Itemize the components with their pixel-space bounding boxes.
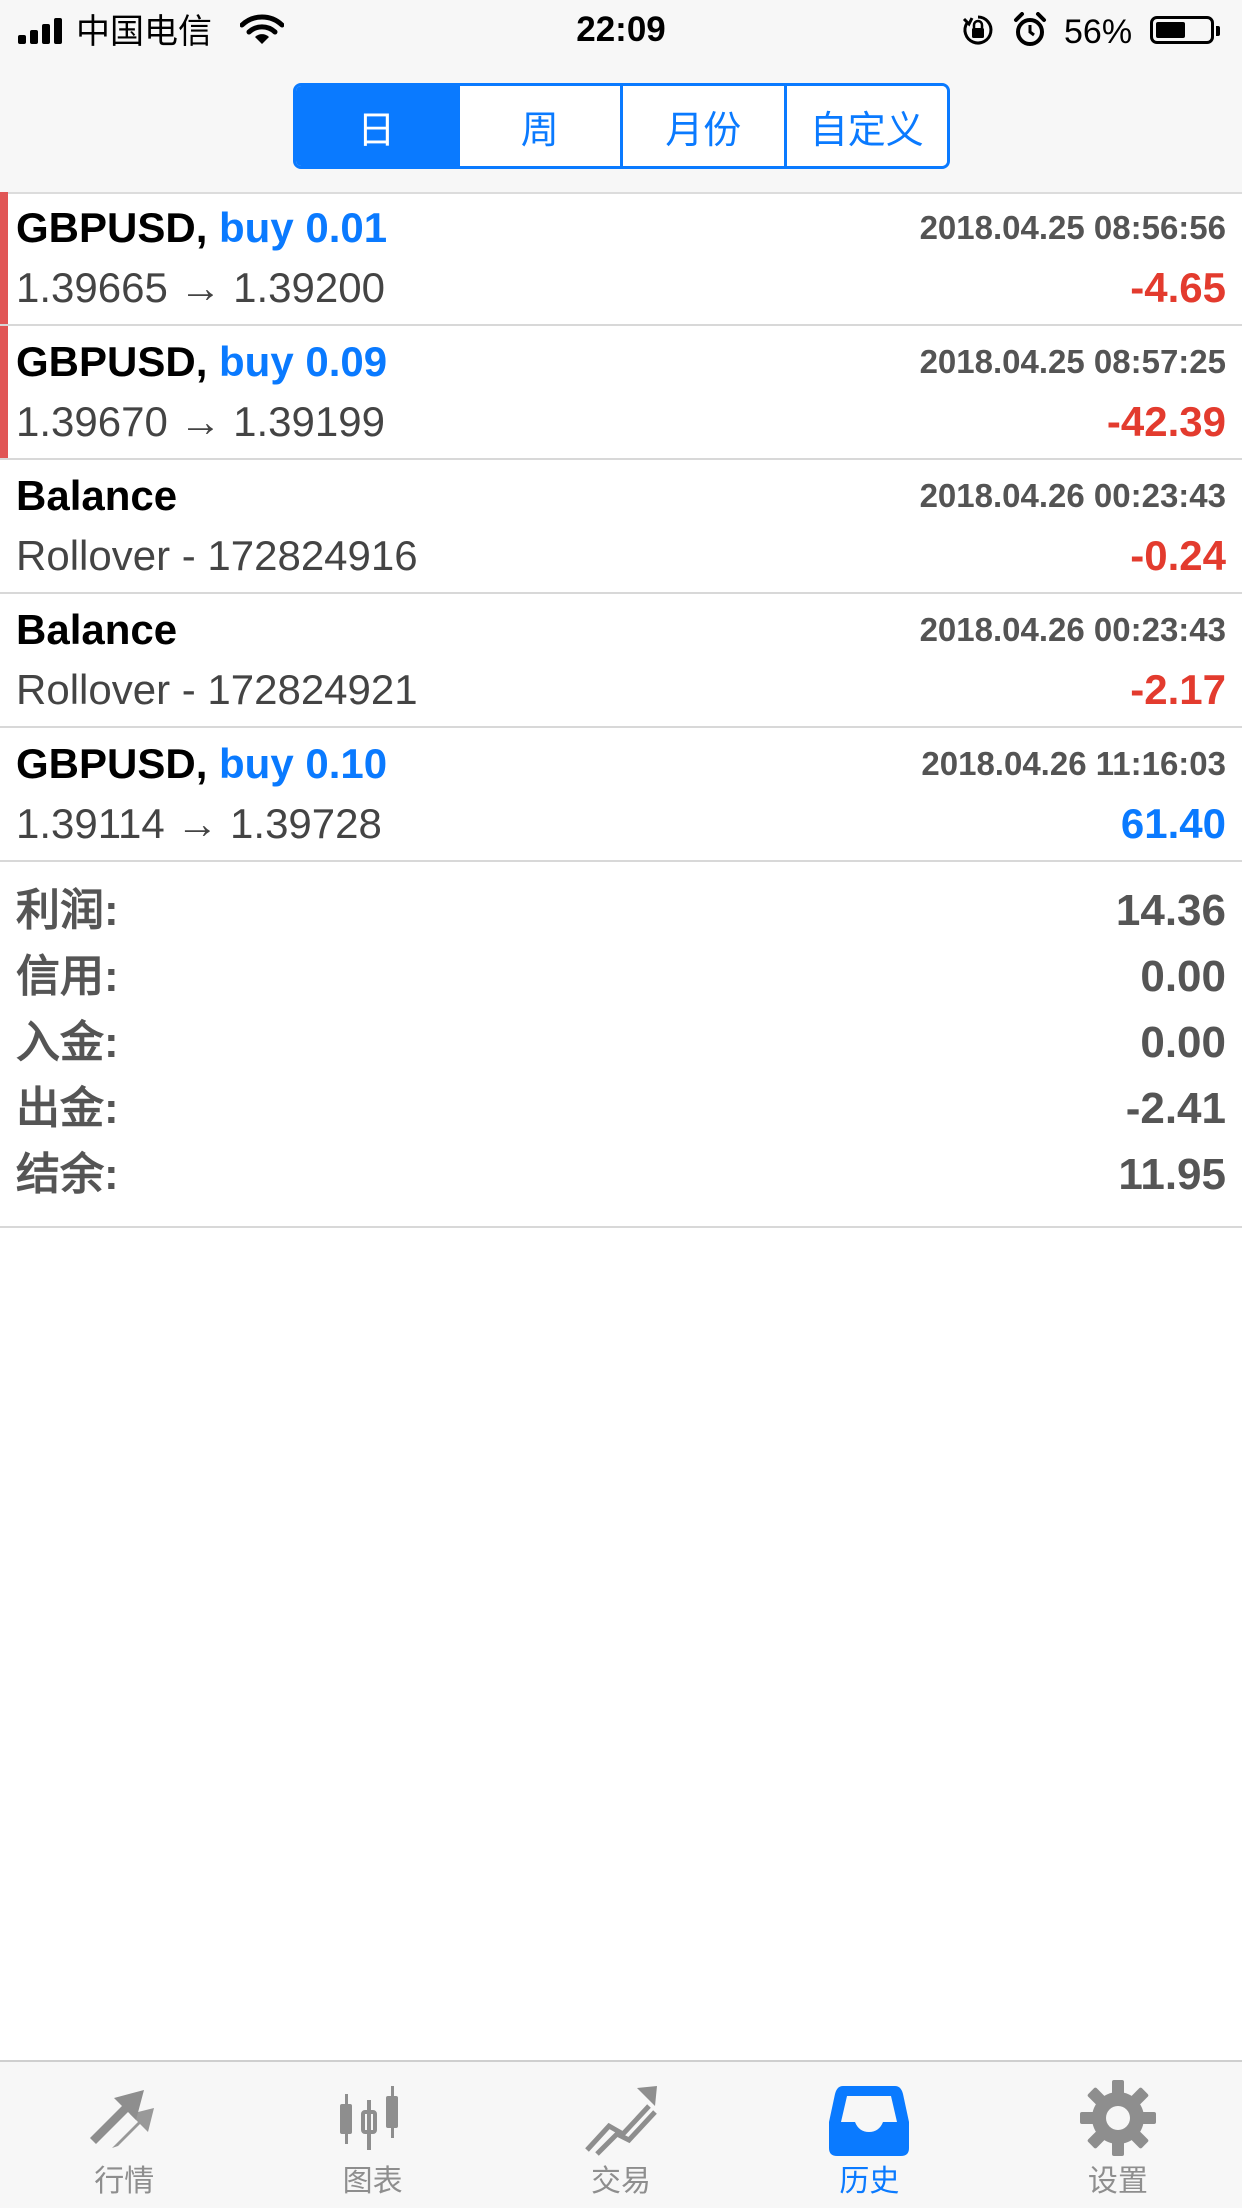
battery-icon — [1150, 16, 1220, 44]
deal-action: buy 0.09 — [219, 338, 388, 385]
deal-row[interactable]: Balance 2018.04.26 00:23:43 Rollover - 17… — [0, 460, 1242, 594]
tab-history-inbox[interactable]: 历史 — [745, 2062, 993, 2208]
tab-quotes-arrows[interactable]: 行情 — [0, 2062, 248, 2208]
deal-title: GBPUSD, buy 0.09 — [16, 336, 387, 388]
deal-detail: 1.39670 → 1.39199 — [16, 398, 385, 445]
deal-time: 2018.04.26 00:23:43 — [919, 477, 1226, 514]
deal-symbol: GBPUSD, — [16, 338, 208, 385]
quotes-arrows-icon — [82, 2076, 166, 2160]
period-tab[interactable]: 周 — [459, 86, 623, 166]
deal-detail: 1.39665 → 1.39200 — [16, 264, 385, 311]
deal-row[interactable]: GBPUSD, buy 0.01 2018.04.25 08:56:56 1.396… — [0, 192, 1242, 326]
summary-row-profit: 利润: 14.36 — [0, 878, 1242, 944]
tab-label: 历史 — [839, 2165, 900, 2198]
deal-profit: 61.40 — [1120, 800, 1226, 847]
period-tab[interactable]: 月份 — [623, 86, 787, 166]
summary-label: 结余: — [16, 1150, 119, 1199]
summary-row-credit: 信用: 0.00 — [0, 944, 1242, 1010]
summary-label: 利润: — [16, 886, 119, 935]
battery-percent: 56% — [1064, 13, 1133, 51]
deal-symbol: GBPUSD, — [16, 204, 208, 251]
summary-label: 出金: — [16, 1084, 119, 1133]
deal-profit: -4.65 — [1130, 264, 1226, 311]
deal-profit: -0.24 — [1130, 532, 1226, 579]
deal-title: Balance — [16, 470, 177, 522]
deal-detail: 1.39114 → 1.39728 — [16, 800, 382, 847]
tab-candlestick-chart[interactable]: 图表 — [248, 2062, 496, 2208]
deal-row[interactable]: Balance 2018.04.26 00:23:43 Rollover - 17… — [0, 594, 1242, 728]
trade-chart-icon — [579, 2076, 663, 2160]
deal-detail: Rollover - 172824916 — [16, 532, 418, 579]
tab-label: 交易 — [591, 2165, 652, 2198]
tab-label: 行情 — [94, 2165, 155, 2198]
deal-time: 2018.04.26 00:23:43 — [919, 611, 1226, 648]
deal-history-list: GBPUSD, buy 0.01 2018.04.25 08:56:56 1.396… — [0, 192, 1242, 862]
deal-symbol: Balance — [16, 472, 178, 519]
deal-row[interactable]: GBPUSD, buy 0.10 2018.04.26 11:16:03 1.391… — [0, 728, 1242, 862]
summary-label: 信用: — [16, 952, 119, 1001]
deal-title: Balance — [16, 604, 177, 656]
period-tab[interactable]: 自定义 — [786, 86, 947, 166]
status-bar: 中国电信 22:09 56% — [0, 0, 1242, 60]
tab-label: 图表 — [342, 2165, 403, 2198]
deal-profit: -2.17 — [1130, 666, 1226, 713]
tab-settings-gear[interactable]: 设置 — [994, 2062, 1242, 2208]
summary-value: 14.36 — [1115, 886, 1226, 935]
summary-row-balance: 结余: 11.95 — [0, 1142, 1242, 1208]
summary-row-withdrawal: 出金: -2.41 — [0, 1076, 1242, 1142]
deal-time: 2018.04.25 08:56:56 — [919, 209, 1226, 246]
settings-gear-icon — [1076, 2076, 1160, 2160]
summary-value: 0.00 — [1140, 1018, 1226, 1067]
orientation-lock-icon — [962, 15, 993, 45]
deal-action: buy 0.01 — [219, 204, 388, 251]
summary-value: 11.95 — [1118, 1150, 1226, 1199]
bottom-tab-bar: 行情 图表 交易 历史 设置 — [0, 2060, 1242, 2208]
deal-symbol: GBPUSD, — [16, 740, 208, 787]
deal-action: buy 0.10 — [219, 740, 388, 787]
summary-row-deposit: 入金: 0.00 — [0, 1010, 1242, 1076]
deal-profit: -42.39 — [1106, 398, 1226, 445]
summary-value: 0.00 — [1140, 952, 1226, 1001]
period-tab[interactable]: 日 — [296, 86, 460, 166]
history-inbox-icon — [827, 2076, 911, 2160]
tab-trade-chart[interactable]: 交易 — [497, 2062, 745, 2208]
candlestick-chart-icon — [331, 2076, 415, 2160]
period-segmented-control: 日周月份 自定义 — [293, 83, 950, 169]
deal-title: GBPUSD, buy 0.01 — [16, 202, 387, 254]
deal-row[interactable]: GBPUSD, buy 0.09 2018.04.25 08:57:25 1.396… — [0, 326, 1242, 460]
summary-value: -2.41 — [1125, 1084, 1226, 1133]
tab-label: 设置 — [1087, 2165, 1148, 2198]
deal-title: GBPUSD, buy 0.10 — [16, 738, 387, 790]
summary-panel: 利润: 14.36 信用: 0.00 入金: 0.00 出金: -2.41 结余… — [0, 866, 1242, 1228]
summary-label: 入金: — [16, 1018, 119, 1067]
deal-time: 2018.04.25 08:57:25 — [919, 343, 1226, 380]
deal-time: 2018.04.26 11:16:03 — [921, 745, 1226, 782]
header-area: 中国电信 22:09 56% 日周月份 自定义 — [0, 0, 1242, 194]
status-time: 22:09 — [576, 10, 666, 49]
deal-symbol: Balance — [16, 606, 178, 653]
deal-detail: Rollover - 172824921 — [16, 666, 418, 713]
alarm-icon — [1014, 12, 1046, 46]
